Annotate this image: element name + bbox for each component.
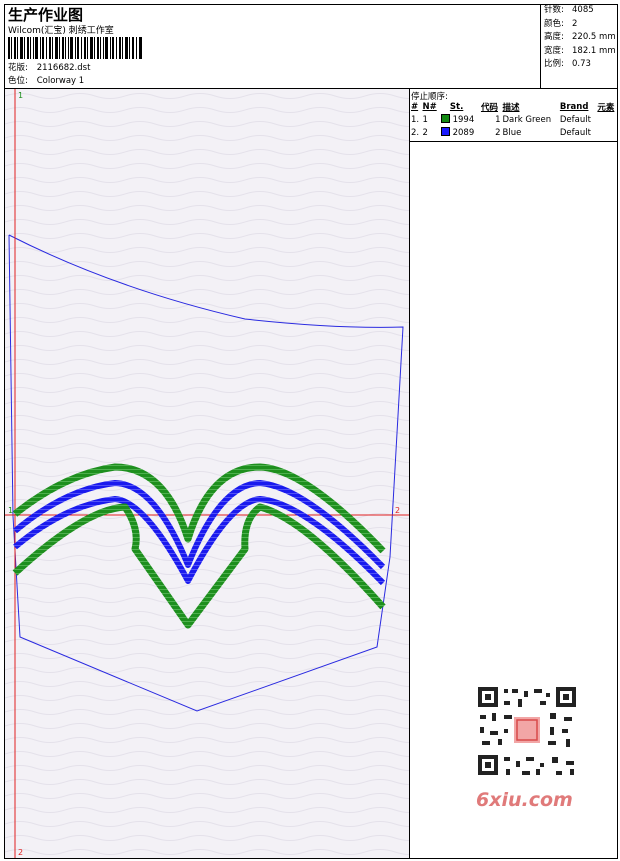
color-swatch xyxy=(440,127,450,136)
stat-width: 宽度: 182.1 mm xyxy=(544,45,616,56)
col-description: 描述 xyxy=(502,102,520,113)
axis-marker-left: 1 xyxy=(8,506,13,515)
stat-scale: 比例: 0.73 xyxy=(544,59,591,69)
axis-marker-top: 1 xyxy=(18,91,23,100)
col-index: # xyxy=(411,101,419,112)
colorway-name: Colorway 1 xyxy=(36,76,85,86)
col-code: 代码 xyxy=(480,102,498,113)
design-file: 花版: 2116682.dst xyxy=(8,61,90,73)
col-brand: Brand xyxy=(559,101,589,112)
barcode xyxy=(8,37,142,59)
stat-height: 高度: 220.5 mm xyxy=(544,32,616,42)
table-divider xyxy=(410,141,618,142)
design-canvas: 1 2 1 2 xyxy=(5,89,410,858)
stop-sequence-table: # N# St. 代码 描述 Brand 元素 1. 1 1994 1 Dark… xyxy=(410,100,618,139)
design-stats: 针数: 4085 颜色: 2 高度: 220.5 mm 宽度: 182.1 mm 比例:… xyxy=(540,4,618,88)
table-row: 1. 1 1994 1 Dark Green Default xyxy=(411,114,591,125)
table-row: 2. 2 2089 2 Blue Default xyxy=(411,127,591,138)
watermark-text: 6xiu.com xyxy=(476,789,573,811)
table-header-row: # N# St. 代码 描述 Brand 元素 xyxy=(410,100,618,113)
panel-divider xyxy=(409,89,410,859)
axis-marker-bottom: 2 xyxy=(18,848,23,857)
design-file-label: 花版: xyxy=(8,63,28,73)
page-title: 生产作业图 xyxy=(8,6,84,24)
stat-stitches: 针数: 4085 xyxy=(544,5,594,15)
col-element: 元素 xyxy=(597,102,615,113)
colorway-label: 色位: xyxy=(8,76,28,86)
axis-marker-right: 2 xyxy=(395,506,400,515)
embroidery-preview: 1 2 1 2 xyxy=(5,89,410,858)
design-file-name: 2116682.dst xyxy=(36,63,91,73)
stat-colors: 颜色: 2 xyxy=(544,18,578,29)
qr-code xyxy=(470,681,584,781)
colorway: 色位: Colorway 1 xyxy=(8,74,84,86)
col-needle: N# xyxy=(422,101,437,112)
company-name: Wilcom(汇宝) 刺绣工作室 xyxy=(8,26,114,36)
color-swatch xyxy=(440,114,450,123)
col-stitches: St. xyxy=(449,101,464,112)
